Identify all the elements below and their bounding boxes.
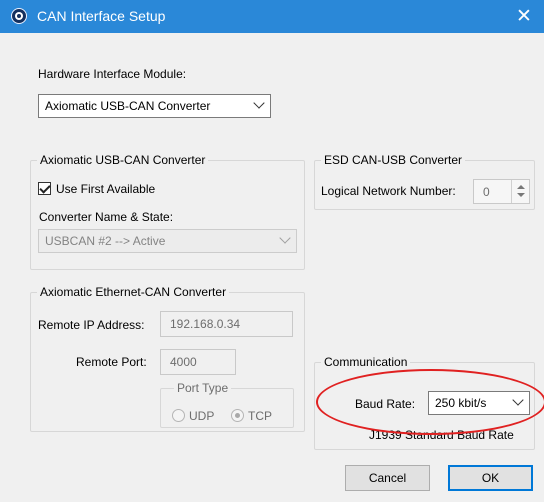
- port-type-group: Port Type: [160, 381, 294, 428]
- hardware-interface-label: Hardware Interface Module:: [38, 67, 187, 81]
- logical-network-spinner: 0: [473, 179, 530, 204]
- port-type-title: Port Type: [174, 381, 232, 395]
- ok-button[interactable]: OK: [448, 465, 533, 491]
- use-first-available-checkbox[interactable]: [38, 182, 51, 195]
- communication-group-title: Communication: [321, 355, 411, 369]
- tcp-label: TCP: [248, 409, 272, 423]
- converter-name-select: USBCAN #2 --> Active: [38, 229, 297, 253]
- close-icon[interactable]: ✕: [504, 0, 544, 33]
- logical-network-value: 0: [483, 185, 490, 199]
- title-bar: CAN Interface Setup ✕: [0, 0, 544, 33]
- window-title: CAN Interface Setup: [37, 8, 166, 24]
- app-icon: [11, 8, 27, 24]
- remote-port-label: Remote Port:: [76, 355, 147, 369]
- esd-group-title: ESD CAN-USB Converter: [321, 153, 466, 167]
- chevron-down-icon: [279, 232, 291, 244]
- udp-label: UDP: [189, 409, 215, 423]
- ethernet-can-group-title: Axiomatic Ethernet-CAN Converter: [37, 285, 230, 299]
- hardware-interface-select[interactable]: Axiomatic USB-CAN Converter: [38, 94, 271, 118]
- cancel-button[interactable]: Cancel: [345, 465, 430, 491]
- spinner-arrows: [511, 180, 529, 203]
- chevron-down-icon: [253, 97, 265, 109]
- remote-ip-label: Remote IP Address:: [38, 318, 145, 332]
- remote-ip-field: 192.168.0.34: [160, 311, 293, 337]
- converter-name-value: USBCAN #2 --> Active: [45, 234, 166, 248]
- red-highlight-ellipse: [316, 369, 544, 435]
- logical-network-label: Logical Network Number:: [321, 184, 456, 198]
- use-first-available-label: Use First Available: [56, 182, 156, 196]
- can-interface-setup-dialog: CAN Interface Setup ✕ Hardware Interface…: [0, 0, 544, 502]
- converter-name-label: Converter Name & State:: [39, 210, 174, 224]
- spin-down-icon: [517, 193, 525, 197]
- usb-can-group-title: Axiomatic USB-CAN Converter: [37, 153, 209, 167]
- tcp-radio: [231, 409, 244, 422]
- udp-radio: [172, 409, 185, 422]
- remote-port-field: 4000: [160, 349, 236, 375]
- spin-up-icon: [517, 185, 525, 189]
- hardware-interface-value: Axiomatic USB-CAN Converter: [45, 99, 211, 113]
